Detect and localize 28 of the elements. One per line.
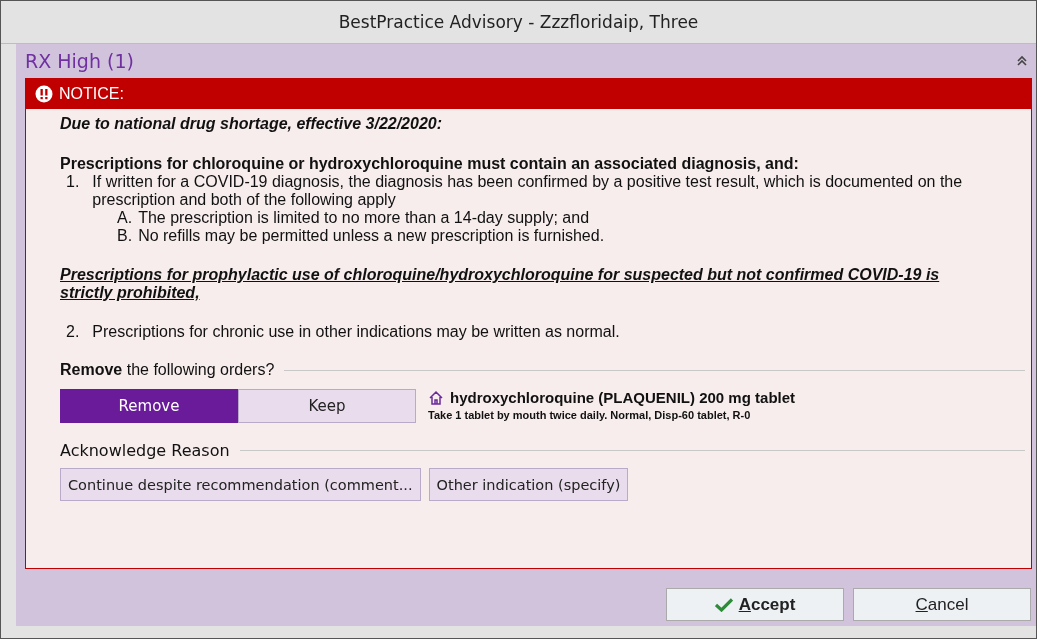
cancel-button[interactable]: Cancel bbox=[853, 588, 1031, 621]
collapse-icon[interactable] bbox=[1016, 55, 1028, 67]
warning-text: Prescriptions for prophylactic use of chloroquine/hydroxychloroquine for suspected but not confirmed COVID-19 is strictly prohibited, bbox=[60, 266, 941, 302]
reason-button[interactable]: Continue despite recommendation (comment... bbox=[60, 468, 421, 501]
reason-button[interactable]: Other indication (specify) bbox=[428, 468, 629, 501]
list-letter: B. bbox=[117, 227, 133, 245]
notice-heading: Prescriptions for chloroquine or hydroxychloroquine must contain an associated diagnosis, and: bbox=[60, 155, 800, 173]
home-icon bbox=[428, 389, 444, 406]
orders-prompt: Remove the following orders? bbox=[60, 361, 275, 379]
accept-button[interactable]: Accept bbox=[666, 588, 844, 621]
section-title: RX High (1) bbox=[25, 50, 134, 72]
list-text: Prescriptions for chronic use in other indications may be written as normal. bbox=[92, 323, 620, 341]
order-option[interactable]: Keep bbox=[238, 389, 416, 423]
list-text: If written for a COVID-19 diagnosis, the diagnosis has been confirmed by a positive test result, which is documented on the prescription and both of the following apply bbox=[92, 173, 964, 209]
list-number: 1. bbox=[66, 173, 80, 192]
list-text: No refills may be permitted unless a new prescription is furnished. bbox=[138, 227, 605, 245]
notice-intro: Due to national drug shortage, effective 3/22/2020: bbox=[60, 115, 444, 133]
notice-label: NOTICE: bbox=[59, 85, 124, 103]
list-number: 2. bbox=[66, 323, 80, 341]
order-option[interactable]: Remove bbox=[60, 389, 238, 423]
alert-icon bbox=[35, 85, 53, 103]
list-letter: A. bbox=[117, 209, 133, 227]
list-text: The prescription is limited to no more than a 14-day supply; and bbox=[138, 209, 590, 227]
order-sig: Take 1 tablet by mouth twice daily. Normal, Disp-60 tablet, R-0 bbox=[428, 409, 752, 421]
acknowledge-label: Acknowledge Reason bbox=[60, 441, 230, 460]
order-name: hydroxychloroquine (PLAQUENIL) 200 mg tablet bbox=[450, 389, 796, 406]
window-title: BestPractice Advisory - Zzzfloridaip, Three bbox=[338, 12, 699, 32]
checkmark-icon bbox=[714, 597, 733, 612]
